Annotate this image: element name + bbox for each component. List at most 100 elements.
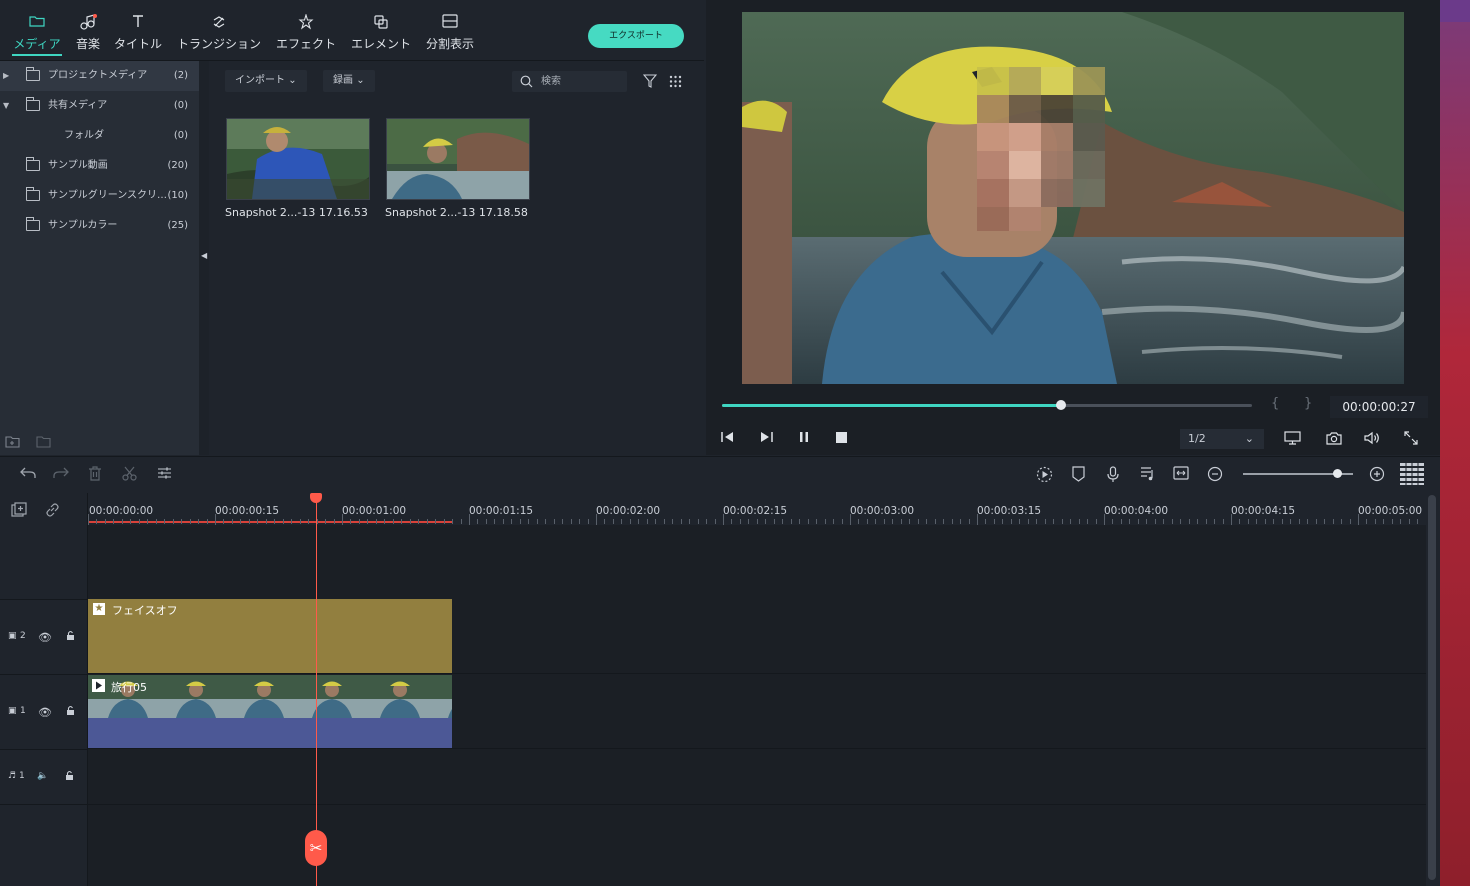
export-button[interactable]: エクスポート	[588, 24, 684, 48]
link-icon[interactable]	[45, 503, 60, 520]
display-icon[interactable]	[1284, 431, 1301, 449]
lock-icon[interactable]	[65, 770, 74, 784]
ruler-tick	[1172, 519, 1173, 524]
marker-icon[interactable]	[1072, 466, 1085, 486]
ruler-tick	[926, 519, 927, 524]
ruler-tick	[613, 519, 614, 524]
tab-split-screen-label: 分割表示	[426, 37, 475, 51]
audio-track-1[interactable]	[88, 749, 1426, 805]
elements-icon	[351, 14, 411, 32]
undo-icon[interactable]	[20, 466, 36, 484]
ruler-tick	[477, 519, 478, 524]
ruler-tick	[909, 519, 910, 524]
delete-icon[interactable]	[88, 466, 102, 485]
microphone-icon[interactable]	[1106, 466, 1120, 487]
cut-icon[interactable]	[122, 466, 137, 485]
eye-icon[interactable]: 👁	[38, 706, 52, 719]
timeline-vertical-scrollbar[interactable]	[1428, 495, 1436, 880]
voiceover-list-icon[interactable]	[1140, 466, 1155, 485]
record-dropdown[interactable]: 録画 ⌄	[323, 70, 375, 92]
ruler-tick	[935, 519, 936, 524]
split-scissors-icon[interactable]: ✂	[305, 830, 327, 866]
speaker-icon[interactable]: 🔈	[37, 771, 48, 781]
pause-icon[interactable]	[798, 431, 810, 447]
zoom-slider-handle[interactable]	[1333, 469, 1342, 478]
chevron-down-icon: ⌄	[1244, 432, 1254, 445]
folder-item-sample-color[interactable]: サンプルカラー (25)	[0, 211, 199, 241]
redo-icon[interactable]	[53, 466, 69, 484]
zoom-in-icon[interactable]	[1369, 466, 1385, 486]
playback-quality-select[interactable]: 1/2 ⌄	[1180, 429, 1264, 449]
fit-timeline-icon[interactable]	[1173, 466, 1189, 484]
collapse-arrow-icon[interactable]: ▼	[3, 91, 9, 121]
add-track-icon[interactable]	[11, 502, 27, 521]
ruler-tick	[1383, 519, 1384, 524]
lock-icon[interactable]	[66, 630, 75, 644]
folder-outline-icon[interactable]	[36, 435, 52, 451]
tab-split-screen[interactable]: 分割表示	[426, 14, 474, 52]
ruler-tick	[1129, 519, 1130, 524]
volume-icon[interactable]	[1364, 431, 1380, 449]
search-input[interactable]: 検索	[512, 71, 627, 92]
step-back-icon[interactable]	[721, 431, 735, 447]
zoom-out-icon[interactable]	[1207, 466, 1223, 486]
expand-arrow-icon[interactable]: ▶	[3, 61, 9, 91]
preview-scrubber-progress	[722, 404, 1061, 407]
eye-icon[interactable]: 👁	[38, 631, 52, 644]
folder-item-project-media[interactable]: ▶ プロジェクトメディア (2)	[0, 61, 199, 91]
track-layout-icon[interactable]	[1400, 463, 1424, 489]
preview-video[interactable]	[742, 12, 1404, 384]
effects-icon	[276, 13, 336, 32]
ruler-tick	[113, 519, 114, 524]
tab-effects[interactable]: エフェクト	[276, 13, 336, 52]
panel-splitter[interactable]: ◀	[199, 61, 209, 455]
tab-transitions[interactable]: トランジション	[177, 14, 261, 52]
face-off-effect-clip[interactable]: ★ フェイスオフ	[88, 599, 452, 673]
folder-item-shared-media[interactable]: ▼ 共有メディア (0)	[0, 91, 199, 121]
playhead-line[interactable]	[316, 497, 317, 886]
filter-icon[interactable]	[642, 74, 658, 91]
tab-music[interactable]: 音楽	[74, 14, 102, 52]
empty-track-area[interactable]	[88, 525, 1426, 600]
grid-view-icon[interactable]	[669, 75, 682, 91]
ruler-tick	[621, 519, 622, 524]
mark-in-icon[interactable]: {	[1271, 396, 1279, 411]
search-icon	[520, 75, 533, 96]
media-thumbnail-1[interactable]	[226, 118, 370, 200]
tab-elements[interactable]: エレメント	[351, 14, 411, 52]
ruler-tick	[96, 519, 97, 524]
stop-icon[interactable]	[836, 432, 847, 447]
ruler-tick	[757, 519, 758, 524]
ruler-tick	[1019, 519, 1020, 524]
ruler-tick	[1239, 519, 1240, 524]
ruler-tick	[655, 519, 656, 524]
ruler-tick	[698, 519, 699, 524]
preview-scrubber-handle[interactable]	[1056, 400, 1066, 410]
ruler-tick	[1256, 519, 1257, 524]
ruler-tick	[681, 519, 682, 524]
new-folder-icon[interactable]	[5, 435, 21, 451]
ruler-tick	[1079, 519, 1080, 524]
folder-item-sample-greenscreen[interactable]: サンプルグリーンスクリ… (10)	[0, 181, 199, 211]
snapshot-camera-icon[interactable]	[1326, 431, 1342, 449]
ruler-tick	[452, 519, 453, 524]
fullscreen-icon[interactable]	[1404, 431, 1418, 449]
collapse-panel-icon[interactable]: ◀	[201, 251, 207, 260]
folder-item-sample-video[interactable]: サンプル動画 (20)	[0, 151, 199, 181]
ruler-tick	[604, 519, 605, 524]
ruler-tick	[308, 519, 309, 524]
tab-media[interactable]: メディア	[12, 14, 62, 56]
render-preview-icon[interactable]	[1036, 466, 1053, 487]
folder-item-folder[interactable]: フォルダ (0)	[0, 121, 199, 151]
media-thumbnail-2[interactable]	[386, 118, 530, 200]
empty-track-area[interactable]	[88, 805, 1426, 886]
tab-titles[interactable]: タイトル	[114, 14, 162, 52]
video-track-icon: ▣	[8, 631, 17, 641]
import-dropdown[interactable]: インポート ⌄	[225, 70, 307, 92]
adjust-sliders-icon[interactable]	[157, 466, 172, 484]
lock-icon[interactable]	[66, 705, 75, 719]
step-forward-icon[interactable]	[759, 431, 773, 447]
mark-out-icon[interactable]: }	[1304, 396, 1312, 411]
ruler-tick	[173, 519, 174, 524]
ruler-tick	[588, 519, 589, 524]
